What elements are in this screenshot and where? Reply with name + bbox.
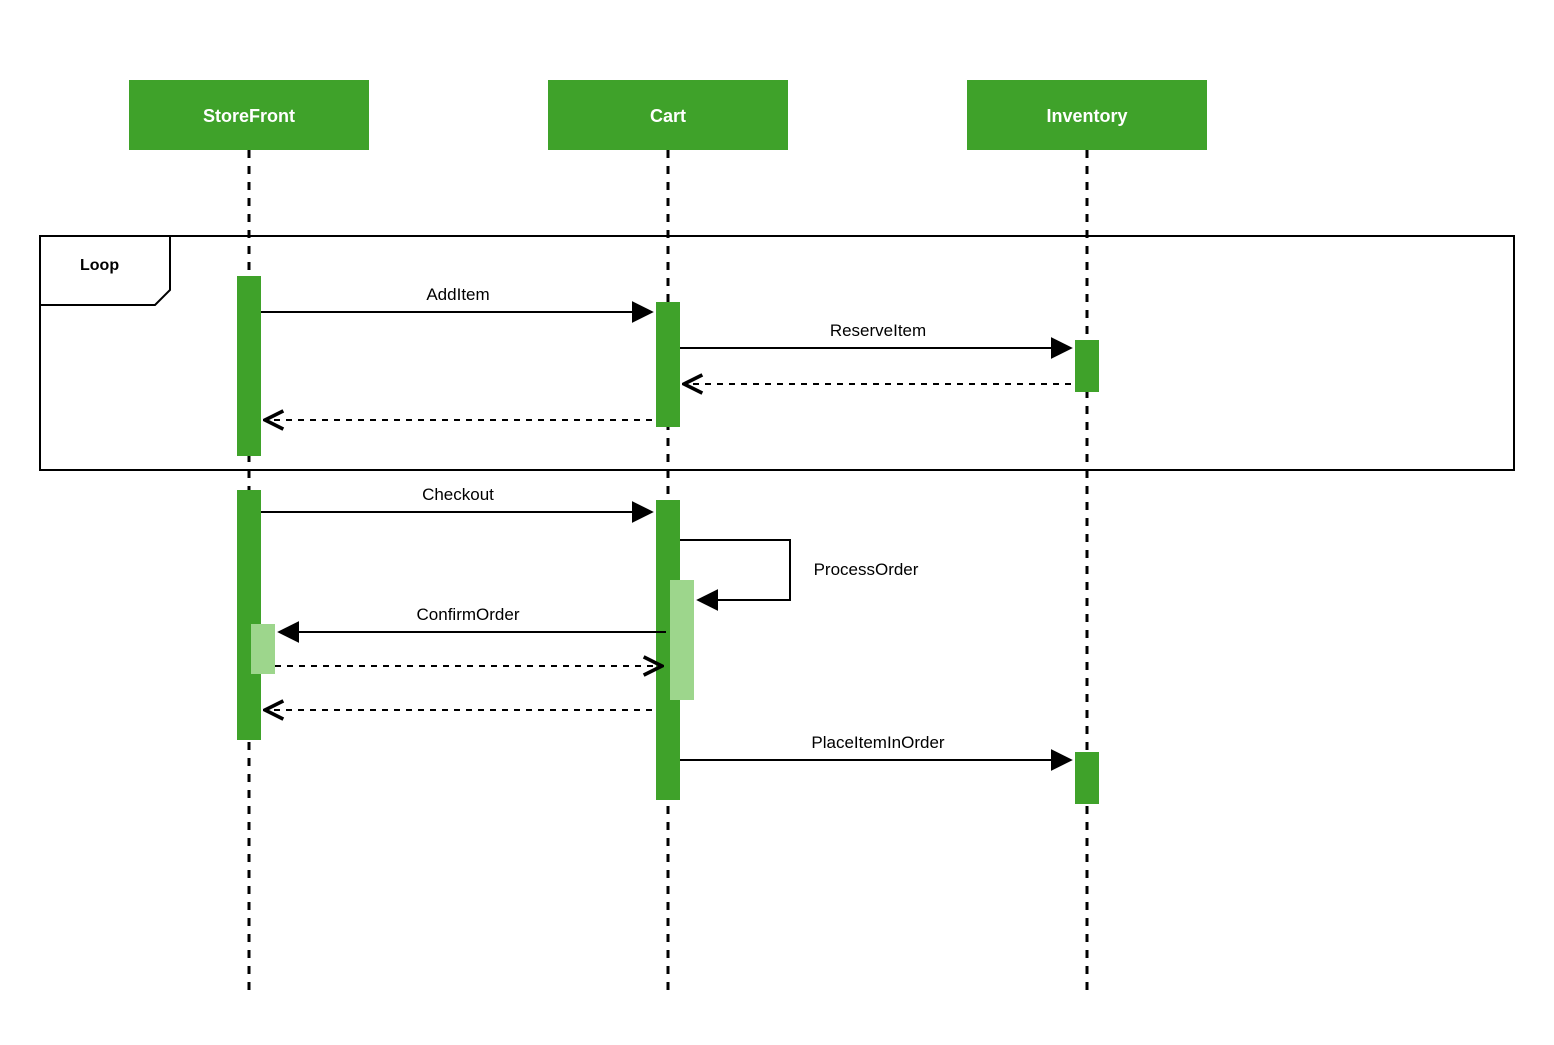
message-confirmorder-label: ConfirmOrder — [417, 605, 520, 624]
participant-inventory-label: Inventory — [1046, 106, 1127, 126]
message-reserveitem-label: ReserveItem — [830, 321, 926, 340]
message-processorder-label: ProcessOrder — [814, 560, 919, 579]
participant-cart-label: Cart — [650, 106, 686, 126]
loop-label: Loop — [80, 257, 119, 274]
activation-storefront-2 — [237, 490, 261, 740]
message-checkout-label: Checkout — [422, 485, 494, 504]
activation-cart-nested — [670, 580, 694, 700]
loop-fragment: Loop — [40, 236, 1514, 470]
participant-cart: Cart — [548, 80, 788, 150]
activation-storefront-nested — [251, 624, 275, 674]
participant-storefront-label: StoreFront — [203, 106, 295, 126]
activation-inventory-2 — [1075, 752, 1099, 804]
sequence-diagram: StoreFront Cart Inventory Loop AddItem R… — [0, 0, 1554, 1045]
activation-storefront-1 — [237, 276, 261, 456]
participant-storefront: StoreFront — [129, 80, 369, 150]
activation-inventory-1 — [1075, 340, 1099, 392]
participant-inventory: Inventory — [967, 80, 1207, 150]
message-placeiteminorder-label: PlaceItemInOrder — [811, 733, 945, 752]
message-additem-label: AddItem — [426, 285, 489, 304]
activation-cart-1 — [656, 302, 680, 427]
message-processorder — [680, 540, 790, 600]
